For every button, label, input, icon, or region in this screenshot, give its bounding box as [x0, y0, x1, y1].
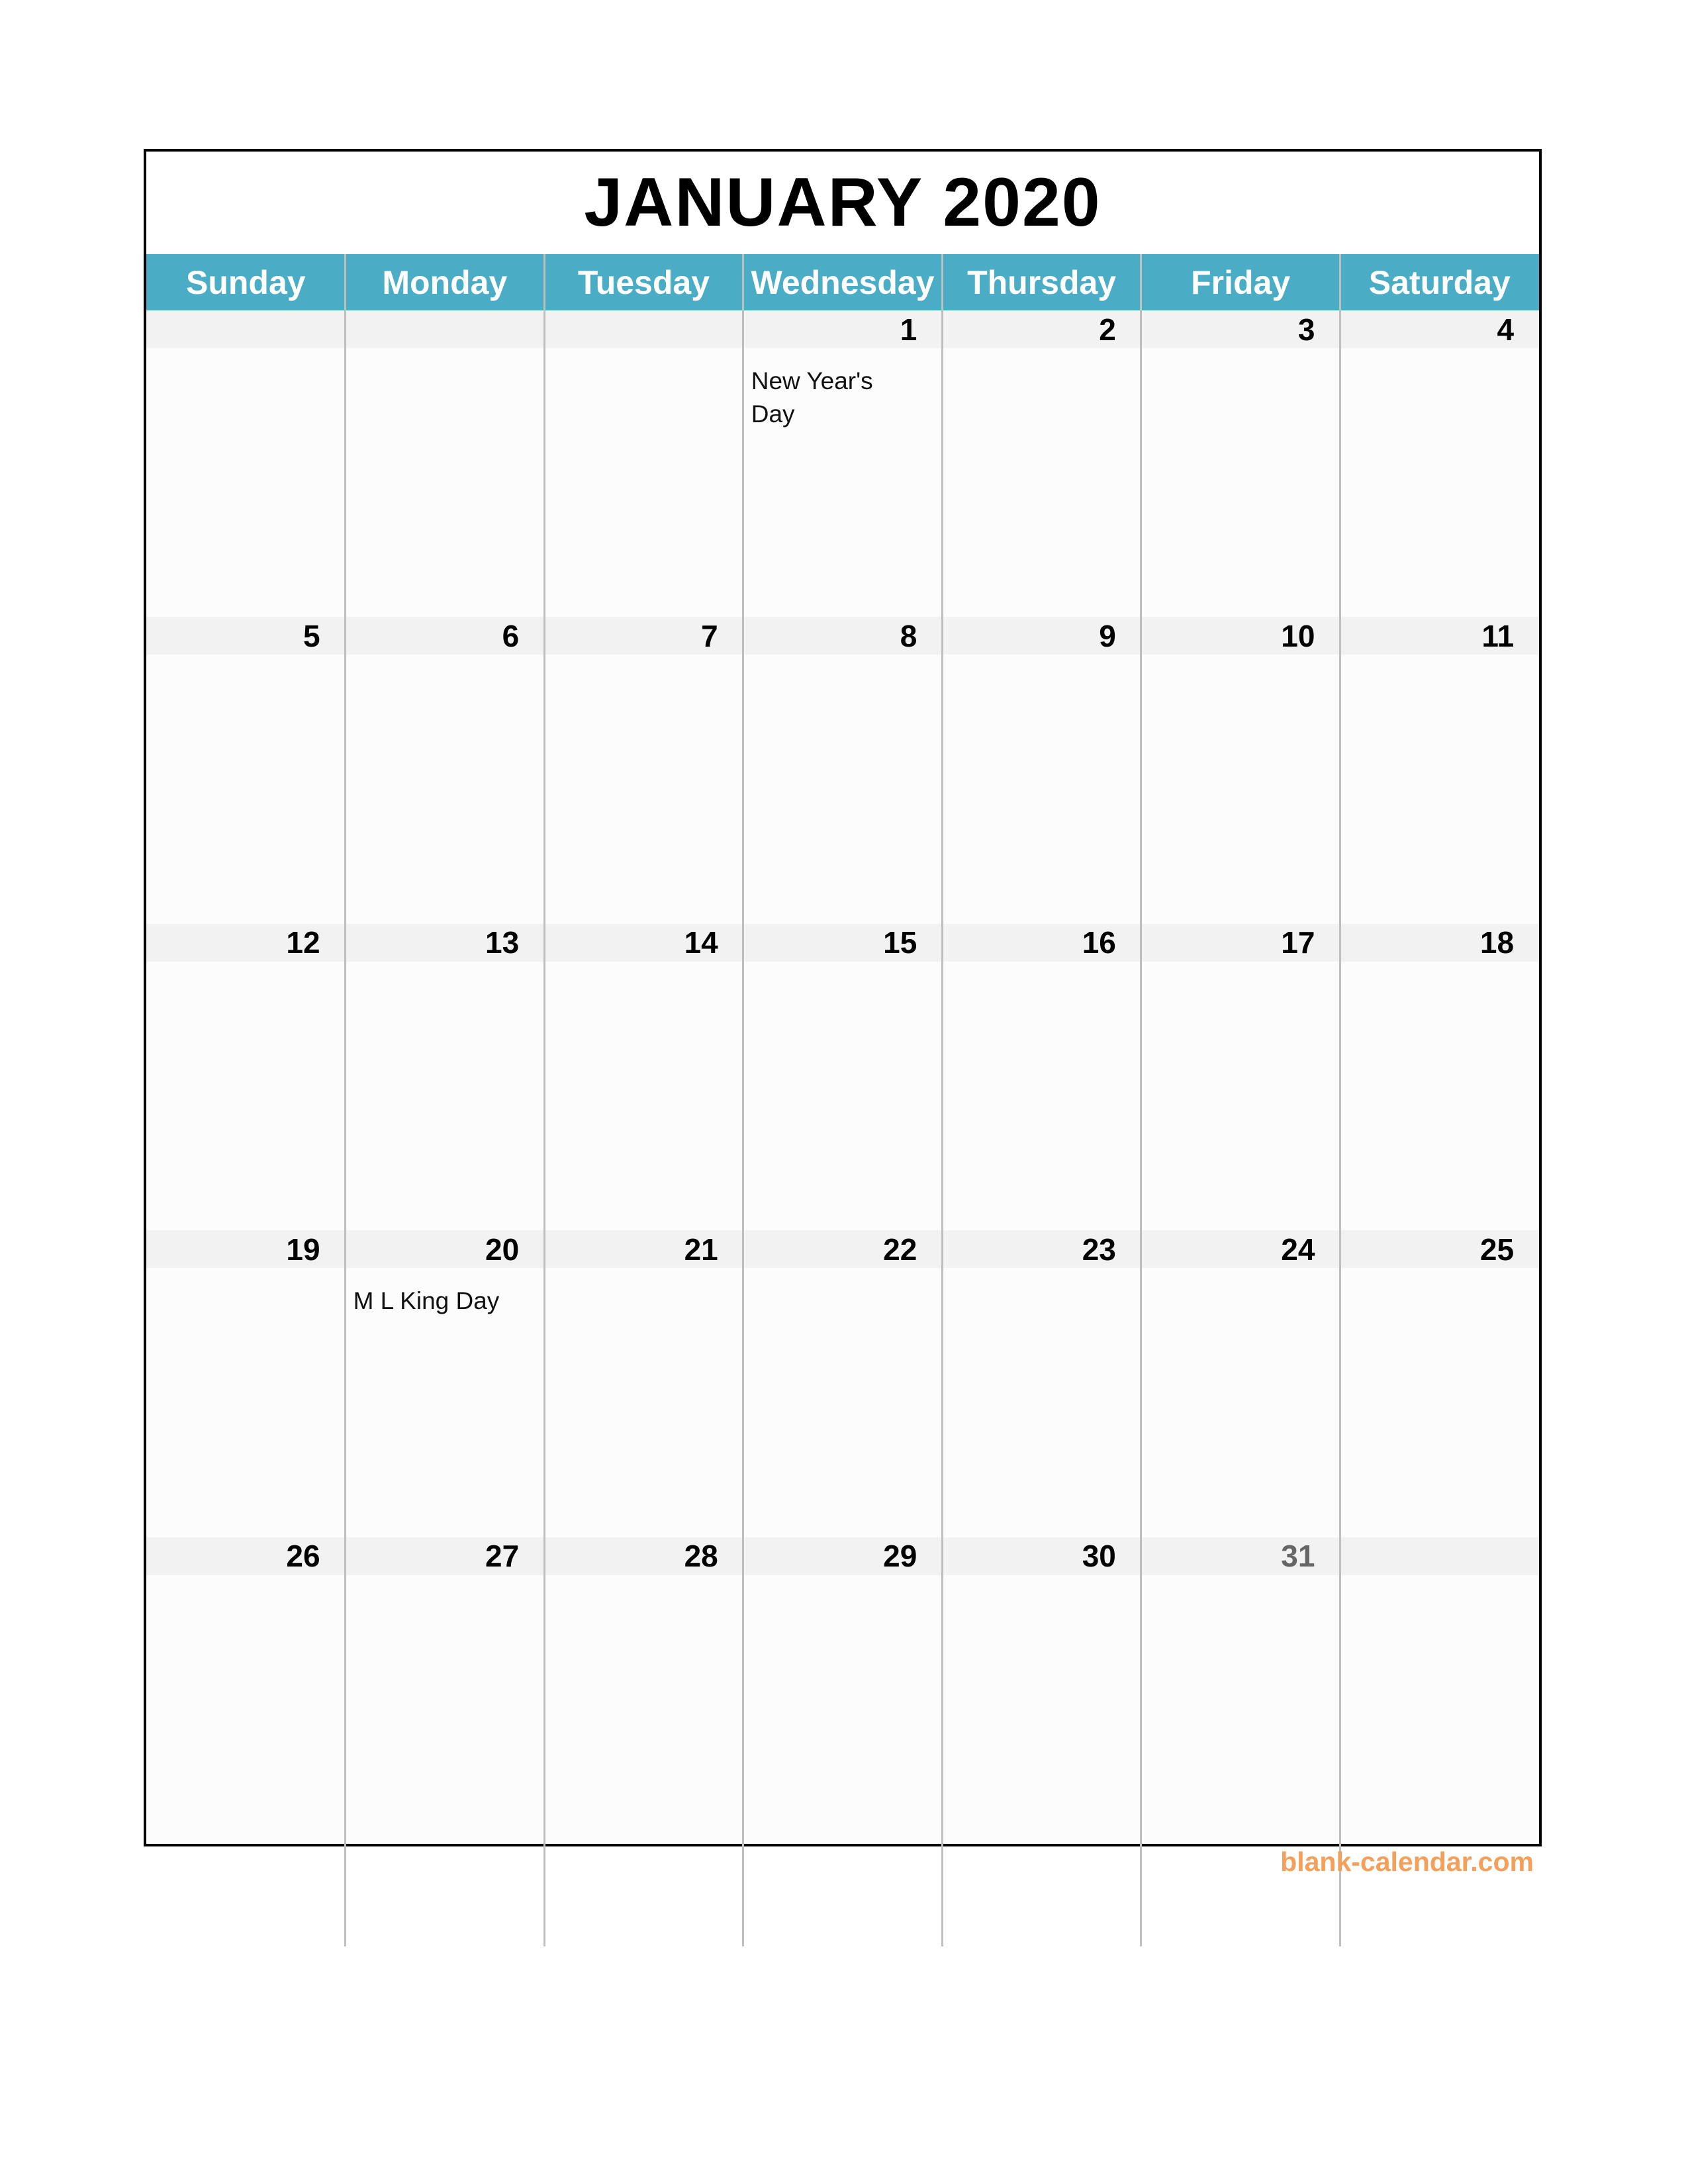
day-number: 1 [743, 310, 943, 348]
weekday-header: Sunday Monday Tuesday Wednesday Thursday… [146, 254, 1539, 310]
day-number: 23 [942, 1230, 1141, 1269]
day-cell[interactable]: 22 [743, 1230, 943, 1537]
day-cell[interactable]: 21 [544, 1230, 743, 1537]
empty-day-cell[interactable] [345, 310, 545, 617]
day-number: 7 [544, 617, 743, 655]
day-cell[interactable]: 19 [146, 1230, 346, 1537]
day-number: 29 [743, 1537, 943, 1575]
day-cell[interactable]: 17 [1141, 923, 1340, 1231]
day-number: 9 [942, 617, 1141, 655]
holiday-label: M L King Day [353, 1287, 500, 1315]
weekday-tuesday: Tuesday [577, 263, 710, 301]
day-cell[interactable]: 31 [1141, 1537, 1340, 1844]
day-number: 16 [942, 923, 1141, 962]
column-divider [1140, 254, 1143, 1946]
day-number: 22 [743, 1230, 943, 1269]
day-number: 8 [743, 617, 943, 655]
weekday-friday: Friday [1191, 263, 1291, 301]
day-cell[interactable]: 8 [743, 617, 943, 924]
day-number: 11 [1340, 617, 1540, 655]
week-row: 1 New Year's Day 2 3 4 [146, 310, 1540, 617]
day-number: 21 [544, 1230, 743, 1269]
day-cell[interactable]: 26 [146, 1537, 346, 1844]
empty-day-cell[interactable] [544, 310, 743, 617]
day-number: 30 [942, 1537, 1141, 1575]
day-cell[interactable]: 4 [1340, 310, 1540, 617]
calendar-frame: JANUARY 2020 Sunday Monday Tuesday Wedne… [144, 149, 1542, 1946]
day-number [544, 310, 743, 348]
day-cell[interactable]: 28 [544, 1537, 743, 1844]
day-cell[interactable]: 6 [345, 617, 545, 924]
weekday-wednesday: Wednesday [751, 263, 935, 301]
day-cell[interactable]: 13 [345, 923, 545, 1231]
day-cell[interactable]: 9 [942, 617, 1141, 924]
day-number: 24 [1141, 1230, 1340, 1269]
day-number [146, 310, 346, 348]
empty-day-cell[interactable] [1340, 1537, 1540, 1844]
day-number [345, 310, 545, 348]
day-number: 31 [1141, 1537, 1340, 1575]
day-number: 15 [743, 923, 943, 962]
day-number: 26 [146, 1537, 346, 1575]
day-cell[interactable]: 16 [942, 923, 1141, 1231]
day-number: 12 [146, 923, 346, 962]
weekday-saturday: Saturday [1368, 263, 1511, 301]
day-cell[interactable]: 18 [1340, 923, 1540, 1231]
week-row: 19 20 M L King Day 21 22 23 24 25 [146, 1230, 1540, 1537]
day-cell[interactable]: 10 [1141, 617, 1340, 924]
watermark-link[interactable]: blank-calendar.com [1280, 1846, 1534, 1878]
month-title: JANUARY 2020 [584, 164, 1102, 241]
day-number: 13 [345, 923, 545, 962]
weekday-sunday: Sunday [185, 263, 306, 301]
day-number: 28 [544, 1537, 743, 1575]
calendar-grid: 1 New Year's Day 2 3 4 5 6 7 8 9 10 11 12 13 14 15 16 17 1… [146, 310, 1540, 1844]
weekday-monday: Monday [382, 263, 508, 301]
day-number: 4 [1340, 310, 1540, 348]
column-divider [941, 254, 943, 1946]
empty-day-cell[interactable] [146, 310, 346, 617]
day-cell[interactable]: 11 [1340, 617, 1540, 924]
day-cell[interactable]: 24 [1141, 1230, 1340, 1537]
day-number: 17 [1141, 923, 1340, 962]
day-cell[interactable]: 3 [1141, 310, 1340, 617]
day-cell[interactable]: 7 [544, 617, 743, 924]
column-divider [1338, 254, 1341, 1946]
day-number: 18 [1340, 923, 1540, 962]
day-number: 3 [1141, 310, 1340, 348]
day-number: 6 [345, 617, 545, 655]
day-number: 2 [942, 310, 1141, 348]
day-cell[interactable]: 20 M L King Day [345, 1230, 545, 1537]
column-divider [344, 254, 347, 1946]
day-cell[interactable]: 29 [743, 1537, 943, 1844]
day-cell[interactable]: 2 [942, 310, 1141, 617]
day-cell[interactable]: 23 [942, 1230, 1141, 1537]
day-cell[interactable]: 12 [146, 923, 346, 1231]
day-cell[interactable]: 5 [146, 617, 346, 924]
day-cell[interactable]: 30 [942, 1537, 1141, 1844]
day-cell[interactable]: 15 [743, 923, 943, 1231]
day-number: 25 [1340, 1230, 1540, 1269]
column-divider [742, 254, 745, 1946]
column-divider [543, 254, 545, 1946]
day-number: 19 [146, 1230, 346, 1269]
holiday-label: New Year's Day [751, 367, 873, 428]
day-number: 14 [544, 923, 743, 962]
day-number: 27 [345, 1537, 545, 1575]
week-row: 12 13 14 15 16 17 18 [146, 923, 1540, 1231]
day-number: 5 [146, 617, 346, 655]
week-row: 26 27 28 29 30 31 [146, 1537, 1540, 1844]
day-number: 10 [1141, 617, 1340, 655]
day-number: 20 [345, 1230, 545, 1269]
weekday-thursday: Thursday [967, 263, 1117, 301]
day-cell[interactable]: 27 [345, 1537, 545, 1844]
day-cell[interactable]: 25 [1340, 1230, 1540, 1537]
week-row: 5 6 7 8 9 10 11 [146, 617, 1540, 924]
day-cell[interactable]: 14 [544, 923, 743, 1231]
day-number [1340, 1537, 1540, 1575]
day-cell[interactable]: 1 New Year's Day [743, 310, 943, 617]
